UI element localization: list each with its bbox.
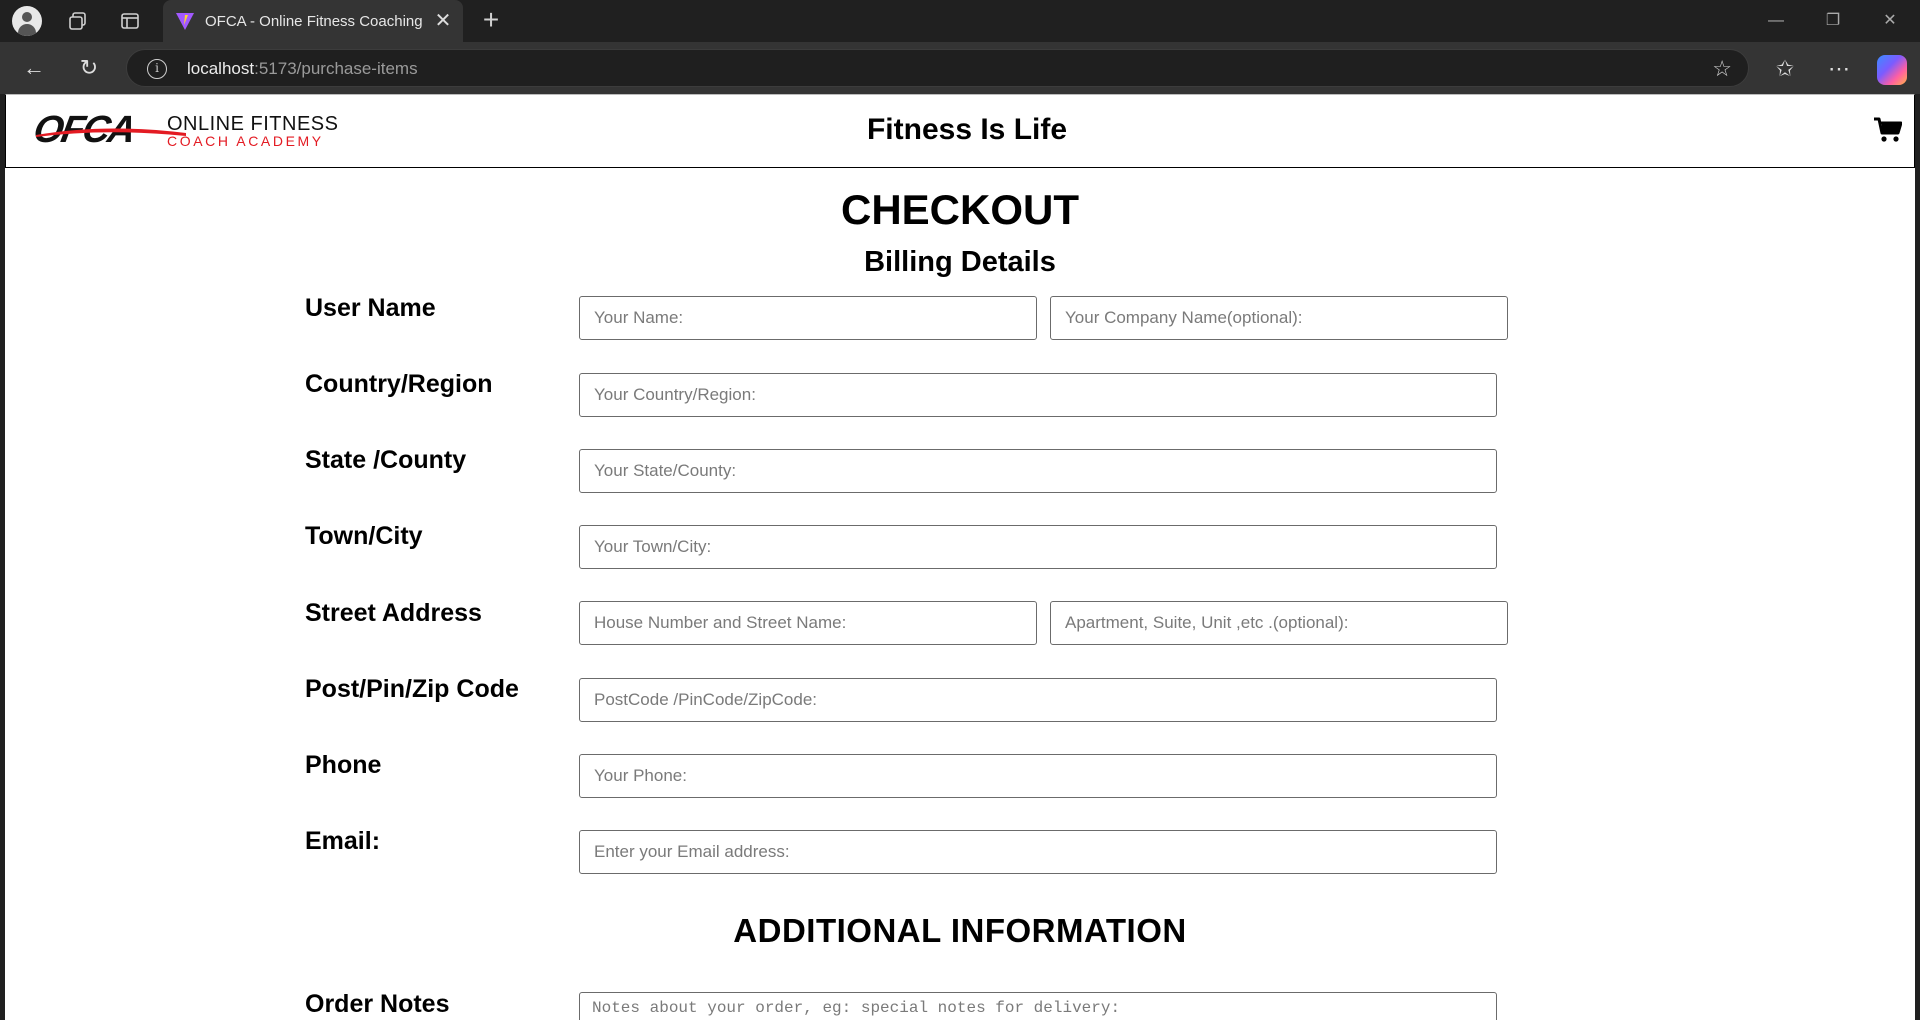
email-input[interactable]: [579, 830, 1497, 874]
tab-close-icon[interactable]: ✕: [431, 9, 455, 33]
additional-information-heading: ADDITIONAL INFORMATION: [733, 912, 1187, 949]
town-label: Town/City: [305, 522, 423, 550]
browser-titlebar: OFCA - Online Fitness Coaching Academy ✕…: [0, 0, 1920, 42]
minimize-icon[interactable]: —: [1756, 8, 1796, 34]
apartment-input[interactable]: [1050, 601, 1508, 645]
web-page: OFCA ONLINE FITNESS COACH ACADEMY Fitnes…: [5, 94, 1915, 1020]
phone-label: Phone: [305, 751, 382, 779]
street-address-label: Street Address: [305, 599, 482, 627]
site-header: OFCA ONLINE FITNESS COACH ACADEMY Fitnes…: [5, 94, 1915, 168]
profile-avatar-icon[interactable]: [12, 6, 42, 36]
browser-toolbar: ← ↻ i localhost:5173/purchase-items ☆ ✩ …: [0, 42, 1920, 94]
copilot-icon[interactable]: [1877, 55, 1907, 85]
order-notes-label: Order Notes: [305, 990, 450, 1018]
shopping-cart-icon[interactable]: [1874, 117, 1902, 143]
more-options-icon[interactable]: ⋯: [1824, 54, 1854, 84]
phone-input[interactable]: [579, 754, 1497, 798]
favorite-star-icon[interactable]: ☆: [1712, 56, 1732, 82]
address-bar[interactable]: i localhost:5173/purchase-items ☆: [126, 49, 1749, 87]
name-input[interactable]: [579, 296, 1037, 340]
vertical-tabs-icon[interactable]: [115, 6, 145, 36]
order-notes-textarea[interactable]: [579, 992, 1497, 1020]
street-name-input[interactable]: [579, 601, 1037, 645]
state-input[interactable]: [579, 449, 1497, 493]
tab-title: OFCA - Online Fitness Coaching Academy: [205, 13, 423, 30]
url-text: localhost:5173/purchase-items: [187, 59, 418, 78]
site-title: Fitness Is Life: [866, 113, 1068, 146]
billing-details-heading: Billing Details: [864, 246, 1056, 278]
state-label: State /County: [305, 446, 467, 474]
user-name-label: User Name: [305, 294, 436, 322]
workspaces-icon[interactable]: [63, 6, 93, 36]
close-window-icon[interactable]: ✕: [1870, 8, 1910, 34]
vite-favicon-icon: [176, 13, 194, 30]
email-label: Email:: [305, 827, 381, 855]
site-info-icon[interactable]: i: [147, 59, 167, 79]
reload-icon[interactable]: ↻: [73, 52, 105, 84]
new-tab-button[interactable]: +: [476, 6, 506, 36]
back-arrow-icon[interactable]: ←: [18, 52, 50, 84]
checkout-heading: CHECKOUT: [841, 186, 1079, 233]
postcode-input[interactable]: [579, 678, 1497, 722]
town-input[interactable]: [579, 525, 1497, 569]
postcode-label: Post/Pin/Zip Code: [305, 675, 519, 703]
company-name-input[interactable]: [1050, 296, 1508, 340]
restore-icon[interactable]: ❐: [1813, 8, 1853, 34]
browser-tab-active[interactable]: OFCA - Online Fitness Coaching Academy ✕: [163, 0, 463, 42]
country-input[interactable]: [579, 373, 1497, 417]
favorites-icon[interactable]: ✩: [1770, 54, 1800, 84]
country-label: Country/Region: [305, 370, 493, 398]
